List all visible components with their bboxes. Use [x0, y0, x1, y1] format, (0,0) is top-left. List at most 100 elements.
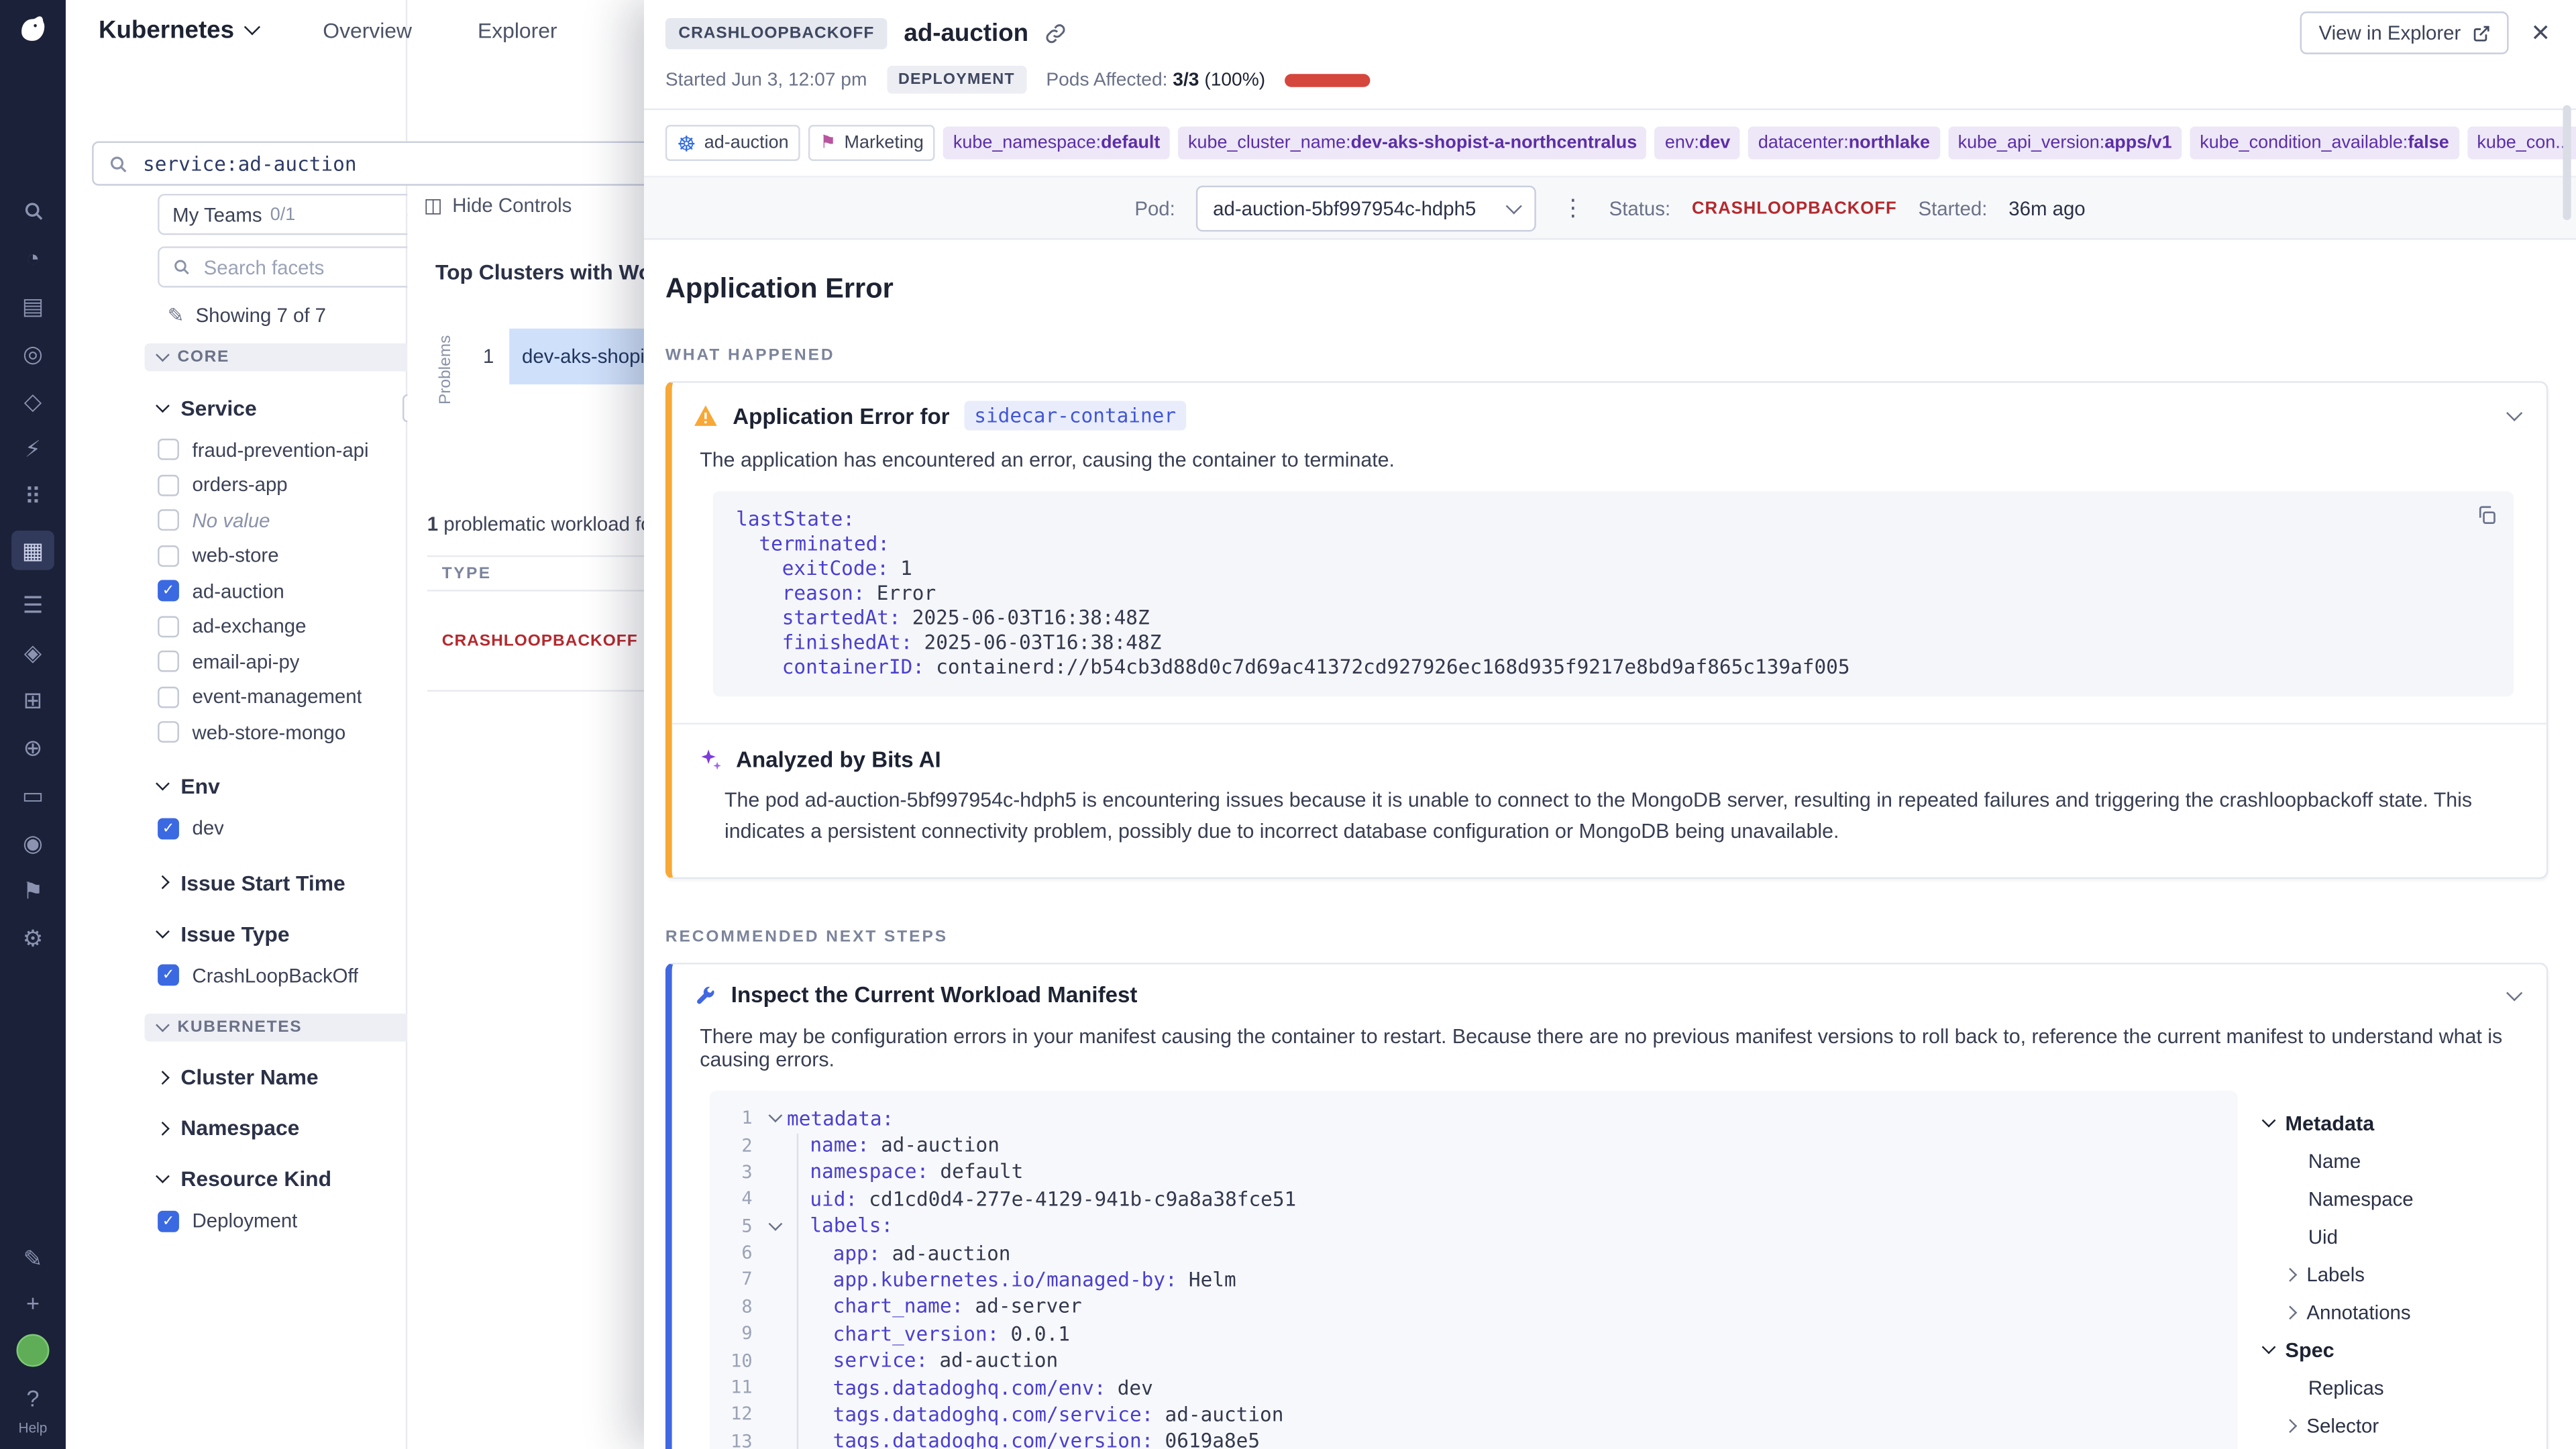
kebab-menu-icon[interactable]: ⋮ — [1558, 194, 1588, 222]
view-in-explorer-label: View in Explorer — [2319, 21, 2461, 44]
tree-item-namespace[interactable]: Namespace — [2264, 1180, 2530, 1218]
facet-group-label: Service — [180, 395, 256, 420]
tag-service[interactable]: ☸ad-auction — [665, 125, 800, 161]
tab-explorer[interactable]: Explorer — [478, 17, 557, 42]
application-error-card: Application Error for sidecar-container … — [665, 381, 2548, 879]
view-in-explorer-button[interactable]: View in Explorer — [2301, 11, 2509, 54]
datadog-logo[interactable] — [0, 11, 66, 48]
checkbox[interactable] — [158, 580, 179, 602]
tag[interactable]: kube_cluster_name:dev-aks-shopist-a-nort… — [1178, 127, 1647, 160]
product-title: Kubernetes — [99, 15, 234, 44]
pod-select[interactable]: ad-auction-5bf997954c-hdph5 — [1197, 185, 1537, 231]
tree-item-metadata[interactable]: Metadata — [2264, 1105, 2530, 1142]
checkbox[interactable] — [158, 616, 179, 637]
checkbox[interactable] — [158, 965, 179, 986]
search-icon — [172, 258, 191, 276]
code-line: 7app.kubernetes.io/managed-by:Helm — [710, 1267, 2238, 1293]
copy-icon[interactable] — [2476, 504, 2498, 526]
search-icon[interactable] — [15, 197, 51, 223]
manifest-tree: Metadata Name Namespace Uid Labels Annot… — [2238, 1091, 2530, 1449]
link-icon[interactable] — [1045, 22, 1067, 44]
error-card-header[interactable]: Application Error for sidecar-container — [672, 383, 2546, 444]
tab-overview[interactable]: Overview — [323, 17, 412, 42]
pod-status-value: CRASHLOOPBACKOFF — [1692, 198, 1897, 217]
tag[interactable]: env:dev — [1655, 127, 1740, 160]
incidents-icon[interactable]: ⚑ — [15, 877, 51, 904]
rum-icon[interactable]: ▭ — [15, 782, 51, 808]
flag-icon: ⚑ — [820, 134, 836, 152]
chart-bar-row[interactable]: 1 dev-aks-shopist-a-northcentralus — [483, 329, 644, 384]
tag[interactable]: kube_condition_available:false — [2190, 127, 2459, 160]
ci-icon[interactable]: ⊞ — [15, 687, 51, 713]
chevron-down-icon[interactable] — [2506, 985, 2522, 1001]
started-text: Started Jun 3, 12:07 pm — [665, 70, 867, 89]
manifest-card-header[interactable]: Inspect the Current Workload Manifest — [672, 965, 2546, 1021]
checkbox[interactable] — [158, 651, 179, 672]
product-switcher[interactable]: Kubernetes — [99, 15, 257, 44]
service-map-icon[interactable]: ⠿ — [15, 483, 51, 509]
pod-started-label: Started: — [1918, 197, 1987, 219]
tag[interactable]: kube_api_version:apps/v1 — [1948, 127, 2182, 160]
edit-facets-icon[interactable]: ✎ — [168, 304, 184, 327]
facet-label: Deployment — [193, 1210, 298, 1232]
checkbox[interactable] — [158, 545, 179, 566]
facet-group-label: Issue Start Time — [180, 870, 345, 895]
metrics-icon[interactable]: ▤ — [15, 292, 51, 319]
tree-item-labels[interactable]: Labels — [2264, 1256, 2530, 1293]
checkbox[interactable] — [158, 474, 179, 496]
code-line: 11tags.datadoghq.com/env:dev — [710, 1374, 2238, 1401]
checkbox[interactable] — [158, 510, 179, 531]
tree-item-annotations[interactable]: Annotations — [2264, 1293, 2530, 1331]
apm-icon[interactable]: ◎ — [15, 340, 51, 366]
tag-key: kube_api_version: — [1958, 133, 2105, 152]
synthetics-icon[interactable]: ⊕ — [15, 735, 51, 761]
column-header-type[interactable]: TYPE — [427, 555, 644, 592]
checkbox[interactable] — [158, 722, 179, 743]
containers-icon[interactable]: ▦ — [11, 531, 54, 570]
container-tag[interactable]: sidecar-container — [965, 401, 1186, 431]
issue-type-badge: CRASHLOOPBACKOFF — [442, 632, 638, 650]
tag-team[interactable]: ⚑Marketing — [808, 125, 935, 161]
help-icon[interactable]: ? — [15, 1385, 51, 1411]
manifest-card: Inspect the Current Workload Manifest Th… — [665, 963, 2548, 1449]
tree-item-selector[interactable]: Selector — [2264, 1407, 2530, 1444]
hide-controls-label: Hide Controls — [452, 194, 572, 217]
tree-item-name[interactable]: Name — [2264, 1142, 2530, 1180]
checkbox[interactable] — [158, 686, 179, 708]
tree-item-spec[interactable]: Spec — [2264, 1332, 2530, 1369]
events-icon[interactable]: ⚡ — [15, 435, 51, 462]
tag[interactable]: kube_con... — [2467, 127, 2576, 160]
manifest-body: 1metadata: 2name:ad-auction 3namespace:d… — [710, 1091, 2530, 1449]
close-icon[interactable]: × — [2532, 17, 2550, 49]
checkbox[interactable] — [158, 1210, 179, 1232]
indent-guide — [797, 1134, 798, 1449]
table-row[interactable]: CRASHLOOPBACKOFF — [427, 592, 644, 692]
tree-item-replicas[interactable]: Replicas — [2264, 1369, 2530, 1407]
tag[interactable]: kube_namespace:default — [943, 127, 1170, 160]
scrollbar[interactable] — [2563, 105, 2571, 220]
code-line: 8chart_name:ad-server — [710, 1293, 2238, 1320]
tree-item-template[interactable]: Template — [2264, 1445, 2530, 1449]
sparkles-icon — [698, 747, 723, 772]
watchdog-icon[interactable]: ◔ — [15, 245, 51, 271]
security-icon[interactable]: ◈ — [15, 639, 51, 665]
hide-controls-button[interactable]: ◫ Hide Controls — [424, 194, 572, 217]
cluster-bar[interactable]: dev-aks-shopist-a-northcentralus — [508, 329, 644, 384]
user-avatar[interactable] — [16, 1334, 49, 1367]
monitors-icon[interactable]: ◉ — [15, 830, 51, 856]
fold-icon[interactable] — [762, 1224, 787, 1228]
settings-icon[interactable]: ⚙ — [15, 925, 51, 951]
infrastructure-icon[interactable]: ◇ — [15, 388, 51, 414]
checkbox[interactable] — [158, 818, 179, 839]
fold-icon[interactable] — [762, 1116, 787, 1120]
yaml-editor[interactable]: 1metadata: 2name:ad-auction 3namespace:d… — [710, 1091, 2238, 1449]
logs-icon[interactable]: ☰ — [15, 592, 51, 618]
issue-side-panel: CRASHLOOPBACKOFF ad-auction View in Expl… — [644, 0, 2576, 1449]
add-icon[interactable]: + — [15, 1289, 51, 1316]
chevron-down-icon — [156, 398, 170, 412]
checkbox[interactable] — [158, 439, 179, 460]
tree-item-uid[interactable]: Uid — [2264, 1218, 2530, 1256]
chevron-down-icon[interactable] — [2506, 405, 2522, 421]
edit-icon[interactable]: ✎ — [15, 1245, 51, 1271]
tag[interactable]: datacenter:northlake — [1748, 127, 1939, 160]
